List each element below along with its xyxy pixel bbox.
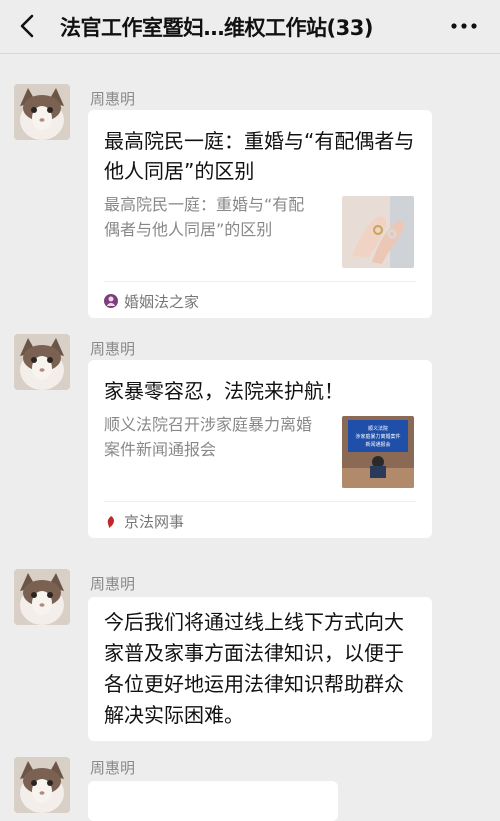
link-card[interactable]: 家暴零容忍，法院来护航！ 顺义法院召开涉家庭暴力离婚案件新闻通报会 顺义法院 涉… bbox=[88, 360, 432, 538]
link-card[interactable]: 最高院民一庭：重婚与“有配偶者与他人同居”的区别 最高院民一庭：重婚与“有配偶者… bbox=[88, 110, 432, 318]
cat-avatar-icon bbox=[14, 757, 70, 813]
svg-text:新闻通报会: 新闻通报会 bbox=[365, 441, 390, 448]
thumb-banner-text: 顺义法院 bbox=[368, 425, 388, 432]
chevron-left-icon[interactable] bbox=[14, 10, 44, 42]
card-description: 顺义法院召开涉家庭暴力离婚案件新闻通报会 bbox=[104, 415, 313, 459]
more-dots-icon[interactable] bbox=[444, 14, 484, 38]
avatar[interactable] bbox=[14, 569, 70, 625]
cat-avatar-icon bbox=[14, 334, 70, 390]
message-item: 周惠明 今后我们将通过线上线下方式向大家普及家事方面法律知识，以便于各位更好地运… bbox=[0, 565, 500, 745]
sender-name: 周惠明 bbox=[90, 759, 136, 777]
svg-text:涉家庭暴力离婚案件: 涉家庭暴力离婚案件 bbox=[355, 433, 400, 440]
message-item: 周惠明 bbox=[0, 753, 500, 821]
card-title: 家暴零容忍，法院来护航！ bbox=[104, 379, 344, 403]
cat-avatar-icon bbox=[14, 569, 70, 625]
press-conference-photo-icon: 顺义法院 涉家庭暴力离婚案件 新闻通报会 bbox=[342, 416, 414, 488]
avatar[interactable] bbox=[14, 757, 70, 813]
card-divider bbox=[104, 501, 416, 502]
sender-name: 周惠明 bbox=[90, 90, 136, 108]
sender-name: 周惠明 bbox=[90, 575, 136, 593]
text-bubble[interactable]: 今后我们将通过线上线下方式向大家普及家事方面法律知识，以便于各位更好地运用法律知… bbox=[88, 597, 432, 741]
card-divider bbox=[104, 281, 416, 282]
card-thumbnail bbox=[342, 196, 414, 268]
jingfa-logo-icon bbox=[104, 515, 118, 529]
cat-avatar-icon bbox=[14, 84, 70, 140]
avatar[interactable] bbox=[14, 84, 70, 140]
card-thumbnail: 顺义法院 涉家庭暴力离婚案件 新闻通报会 bbox=[342, 416, 414, 488]
hunyin-logo-icon bbox=[104, 294, 118, 308]
sender-name: 周惠明 bbox=[90, 340, 136, 358]
card-title: 最高院民一庭：重婚与“有配偶者与他人同居”的区别 bbox=[104, 129, 415, 183]
card-source: 婚姻法之家 bbox=[124, 293, 200, 311]
text-bubble[interactable] bbox=[88, 781, 338, 821]
wedding-rings-hands-icon bbox=[342, 196, 414, 268]
card-source: 京法网事 bbox=[124, 513, 185, 531]
chat-header: 法官工作室暨妇…维权工作站(33) bbox=[0, 0, 500, 54]
message-item: 周惠明 最高院民一庭：重婚与“有配偶者与他人同居”的区别 最高院民一庭：重婚与“… bbox=[0, 80, 500, 325]
chat-title: 法官工作室暨妇…维权工作站(33) bbox=[60, 16, 373, 40]
card-description: 最高院民一庭：重婚与“有配偶者与他人同居”的区别 bbox=[104, 195, 305, 239]
avatar[interactable] bbox=[14, 334, 70, 390]
message-item: 周惠明 家暴零容忍，法院来护航！ 顺义法院召开涉家庭暴力离婚案件新闻通报会 顺义… bbox=[0, 330, 500, 545]
